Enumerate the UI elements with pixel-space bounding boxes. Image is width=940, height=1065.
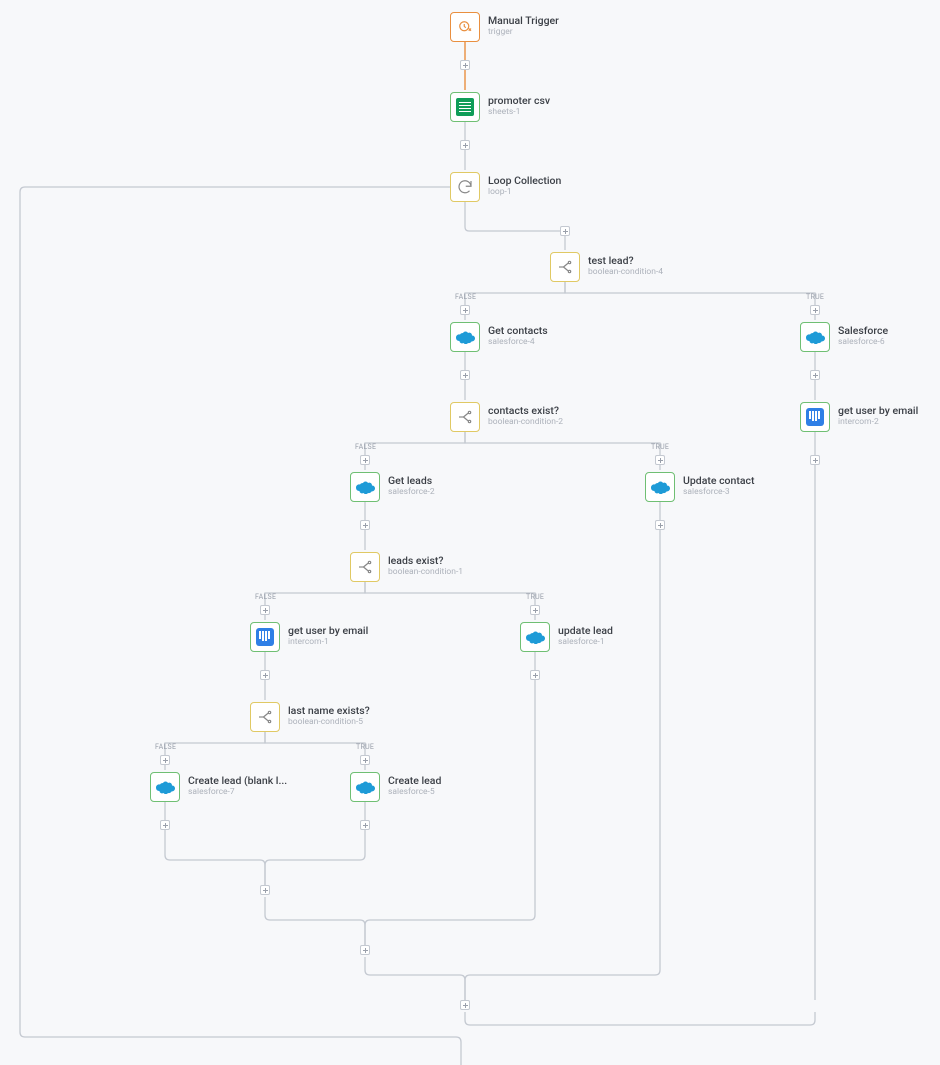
add-step-button[interactable]	[360, 455, 370, 465]
branch-label-false: FALSE	[155, 743, 176, 751]
salesforce-icon	[350, 472, 380, 502]
add-step-button[interactable]	[260, 670, 270, 680]
node-leads-exist[interactable]: leads exist?boolean-condition-1	[350, 552, 463, 582]
branch-label-true: TRUE	[526, 593, 544, 601]
node-create-lead[interactable]: Create leadsalesforce-5	[350, 772, 441, 802]
add-step-button[interactable]	[655, 520, 665, 530]
node-contacts-exist[interactable]: contacts exist?boolean-condition-2	[450, 402, 563, 432]
sheets-icon	[450, 92, 480, 122]
node-manual-trigger[interactable]: Manual Triggertrigger	[450, 12, 559, 42]
add-step-button[interactable]	[360, 520, 370, 530]
salesforce-icon	[350, 772, 380, 802]
node-update-contact[interactable]: Update contactsalesforce-3	[645, 472, 755, 502]
add-step-button[interactable]	[460, 60, 470, 70]
node-salesforce-6[interactable]: Salesforcesalesforce-6	[800, 322, 888, 352]
add-step-button[interactable]	[260, 605, 270, 615]
branch-icon	[250, 702, 280, 732]
node-get-contacts[interactable]: Get contactssalesforce-4	[450, 322, 548, 352]
branch-label-false: FALSE	[455, 293, 476, 301]
branch-label-false: FALSE	[355, 443, 376, 451]
add-step-button[interactable]	[260, 885, 270, 895]
trigger-icon	[450, 12, 480, 42]
node-update-lead[interactable]: update leadsalesforce-1	[520, 622, 613, 652]
salesforce-icon	[450, 322, 480, 352]
add-step-button[interactable]	[460, 1000, 470, 1010]
branch-label-true: TRUE	[356, 743, 374, 751]
node-test-lead[interactable]: test lead?boolean-condition-4	[550, 252, 663, 282]
node-get-leads[interactable]: Get leadssalesforce-2	[350, 472, 435, 502]
node-title: Manual Trigger	[488, 14, 559, 27]
salesforce-icon	[800, 322, 830, 352]
branch-label-false: FALSE	[255, 593, 276, 601]
add-step-button[interactable]	[560, 226, 570, 236]
add-step-button[interactable]	[655, 455, 665, 465]
add-step-button[interactable]	[160, 755, 170, 765]
add-step-button[interactable]	[460, 140, 470, 150]
branch-icon	[550, 252, 580, 282]
node-get-user-1[interactable]: get user by emailintercom-1	[250, 622, 368, 652]
add-step-button[interactable]	[360, 945, 370, 955]
add-step-button[interactable]	[810, 305, 820, 315]
add-step-button[interactable]	[460, 370, 470, 380]
branch-icon	[350, 552, 380, 582]
add-step-button[interactable]	[530, 605, 540, 615]
add-step-button[interactable]	[160, 820, 170, 830]
node-loop[interactable]: Loop Collectionloop-1	[450, 172, 561, 202]
add-step-button[interactable]	[360, 820, 370, 830]
node-get-user-2[interactable]: get user by emailintercom-2	[800, 402, 918, 432]
connector-layer	[0, 0, 940, 1065]
salesforce-icon	[520, 622, 550, 652]
add-step-button[interactable]	[530, 670, 540, 680]
branch-label-true: TRUE	[651, 443, 669, 451]
add-step-button[interactable]	[460, 305, 470, 315]
branch-icon	[450, 402, 480, 432]
intercom-icon	[800, 402, 830, 432]
workflow-canvas[interactable]: Manual Triggertrigger promoter csvsheets…	[0, 0, 940, 1065]
add-step-button[interactable]	[810, 370, 820, 380]
add-step-button[interactable]	[810, 455, 820, 465]
salesforce-icon	[645, 472, 675, 502]
node-sub: trigger	[488, 27, 559, 38]
branch-label-true: TRUE	[806, 293, 824, 301]
node-sheets[interactable]: promoter csvsheets-1	[450, 92, 550, 122]
intercom-icon	[250, 622, 280, 652]
node-create-lead-blank[interactable]: Create lead (blank l...salesforce-7	[150, 772, 287, 802]
node-last-name-exists[interactable]: last name exists?boolean-condition-5	[250, 702, 370, 732]
loop-icon	[450, 172, 480, 202]
salesforce-icon	[150, 772, 180, 802]
add-step-button[interactable]	[360, 755, 370, 765]
